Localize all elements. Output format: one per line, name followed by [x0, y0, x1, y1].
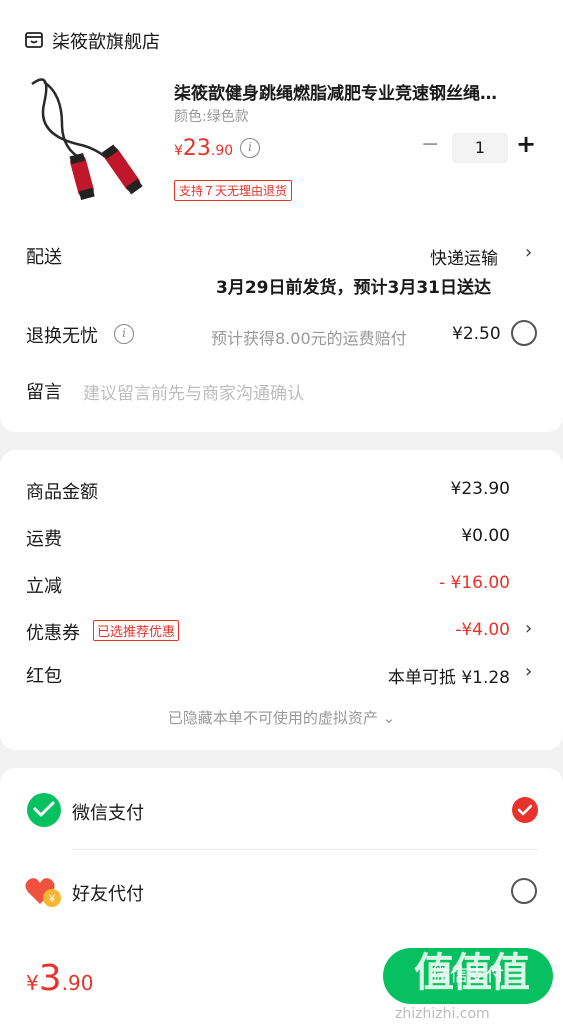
delivery-eta: 3月29日前发货，预计3月31日送达	[216, 278, 491, 298]
returns-desc: 预计获得8.00元的运费赔付	[211, 329, 407, 348]
coupon-tag: 已选推荐优惠	[93, 620, 180, 641]
friend-pay-icon: ¥	[24, 874, 62, 914]
product-image[interactable]	[22, 74, 158, 210]
delivery-chevron-icon[interactable]: ›	[525, 242, 532, 263]
store-icon	[24, 30, 44, 54]
shipping-value: ¥0.00	[461, 526, 510, 546]
svg-text:¥: ¥	[48, 893, 56, 905]
price-int: 23	[182, 136, 211, 161]
order-card: 柒筱歆旗舰店 柒筱歆健身跳绳燃脂减肥专业竞速钢丝绳… 颜色:绿色款 ¥23.90…	[0, 0, 563, 432]
delivery-method[interactable]: 快递运输	[430, 244, 498, 269]
shipping-label: 运费	[26, 529, 62, 550]
price-summary-card: 商品金额 ¥23.90 运费 ¥0.00 立减 - ¥16.00 优惠券 已选推…	[0, 450, 563, 750]
goods-amount-value: ¥23.90	[450, 479, 510, 499]
returns-label: 退换无忧	[26, 326, 98, 347]
quantity-minus-button[interactable]: −	[421, 132, 439, 157]
return-policy-badge: 支持７天无理由退货	[174, 180, 293, 201]
product-price: ¥23.90	[174, 136, 233, 161]
price-info-icon[interactable]: i	[240, 138, 260, 158]
returns-price: ¥2.50	[452, 324, 501, 344]
product-title[interactable]: 柒筱歆健身跳绳燃脂减肥专业竞速钢丝绳…	[174, 79, 497, 104]
watermark-url: zhizhizhi.com	[395, 1006, 490, 1022]
friend-pay-label[interactable]: 好友代付	[72, 880, 144, 906]
payment-divider	[72, 849, 538, 850]
total-price: ¥3.90	[26, 958, 93, 999]
product-variant[interactable]: 颜色:绿色款	[174, 106, 249, 126]
store-name: 柒筱歆旗舰店	[52, 32, 160, 53]
total-dec: .90	[61, 971, 94, 995]
total-int: 3	[38, 958, 62, 999]
hidden-assets-toggle[interactable]: 已隐藏本单不可使用的虚拟资产 ⌄	[0, 707, 563, 728]
watermark-logo: 值值值	[414, 950, 530, 996]
redpacket-value[interactable]: 本单可抵 ¥1.28	[388, 663, 510, 688]
coupon-label[interactable]: 优惠券	[26, 619, 80, 645]
redpacket-chevron-icon[interactable]: ›	[525, 661, 532, 682]
quantity-input[interactable]: 1	[452, 133, 508, 163]
total-symbol: ¥	[26, 971, 39, 995]
goods-amount-label: 商品金额	[26, 482, 98, 503]
checkout-bar: ¥3.90 微信支付 值值值 zhizhizhi.com	[0, 938, 563, 1024]
discount-label: 立减	[26, 576, 62, 597]
price-symbol: ¥	[174, 143, 183, 159]
returns-info-icon[interactable]: i	[114, 324, 134, 344]
delivery-label: 配送	[26, 247, 62, 268]
message-label: 留言	[26, 382, 62, 403]
quantity-plus-button[interactable]: +	[516, 130, 536, 158]
wechat-pay-label[interactable]: 微信支付	[72, 799, 144, 825]
redpacket-label[interactable]: 红包	[26, 662, 62, 688]
price-dec: .90	[210, 143, 234, 159]
friend-pay-radio[interactable]	[511, 878, 537, 904]
wechat-pay-radio-checked[interactable]	[511, 796, 539, 828]
coupon-value[interactable]: -¥4.00	[455, 620, 510, 640]
message-input[interactable]: 建议留言前先与商家沟通确认	[83, 379, 304, 404]
discount-value: - ¥16.00	[438, 573, 510, 593]
wechat-pay-icon	[26, 792, 62, 832]
returns-radio[interactable]	[511, 320, 537, 346]
coupon-chevron-icon[interactable]: ›	[525, 618, 532, 639]
